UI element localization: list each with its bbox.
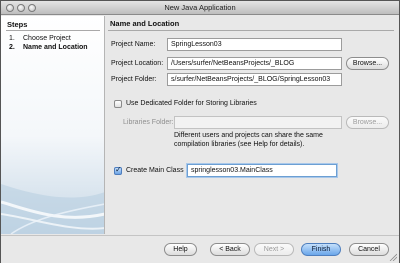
project-folder-label: Project Folder: — [111, 76, 157, 83]
project-folder-field[interactable]: s/surfer/NetBeansProjects/_BLOG/SpringLe… — [167, 73, 342, 86]
next-button[interactable]: Next > — [254, 243, 294, 256]
zoom-window-icon[interactable] — [28, 4, 36, 12]
steps-divider — [6, 30, 100, 31]
panel-header: Name and Location — [110, 19, 180, 28]
help-button[interactable]: Help — [164, 243, 197, 256]
wizard-decoration-graphic — [1, 184, 104, 234]
cancel-button[interactable]: Cancel — [349, 243, 389, 256]
project-location-field[interactable]: /Users/surfer/NetBeansProjects/_BLOG — [167, 57, 342, 70]
dedicated-folder-label: Use Dedicated Folder for Storing Librari… — [126, 100, 257, 107]
libraries-folder-label: Libraries Folder: — [123, 119, 174, 126]
title-bar: New Java Application — [1, 1, 399, 15]
steps-list: 1. Choose Project 2. Name and Location — [9, 34, 88, 52]
window-controls — [6, 4, 36, 12]
close-window-icon[interactable] — [6, 4, 14, 12]
finish-button[interactable]: Finish — [301, 243, 341, 256]
project-name-field[interactable]: SpringLesson03 — [167, 38, 342, 51]
back-button[interactable]: < Back — [210, 243, 250, 256]
browse-location-button[interactable]: Browse... — [346, 57, 389, 70]
libraries-folder-field[interactable] — [174, 116, 342, 129]
resize-grip-icon[interactable] — [389, 253, 397, 261]
create-main-class-checkbox[interactable]: ✓ — [114, 165, 122, 175]
project-name-label: Project Name: — [111, 41, 156, 48]
name-location-panel: Name and Location Project Name: SpringLe… — [106, 16, 399, 234]
steps-panel: Steps 1. Choose Project 2. Name and Locati… — [1, 16, 105, 234]
create-main-class-label: Create Main Class — [126, 167, 184, 174]
minimize-window-icon[interactable] — [17, 4, 25, 12]
dedicated-folder-checkbox[interactable] — [114, 100, 122, 108]
window-title: New Java Application — [164, 3, 236, 12]
steps-title: Steps — [7, 20, 28, 29]
main-class-field[interactable]: springlesson03.MainClass — [187, 164, 337, 177]
checkmark-icon: ✓ — [115, 165, 122, 174]
libraries-help-note: Different users and projects can share t… — [174, 132, 323, 148]
browse-libraries-button[interactable]: Browse... — [346, 116, 389, 129]
project-location-label: Project Location: — [111, 60, 164, 67]
button-bar: Help < Back Next > Finish Cancel — [1, 235, 399, 263]
step-item-choose-project: 1. Choose Project — [9, 35, 71, 42]
wizard-window: New Java Application Steps 1. Choose Proj… — [0, 0, 400, 263]
panel-divider — [108, 30, 394, 31]
step-item-name-and-location: 2. Name and Location — [9, 44, 88, 51]
